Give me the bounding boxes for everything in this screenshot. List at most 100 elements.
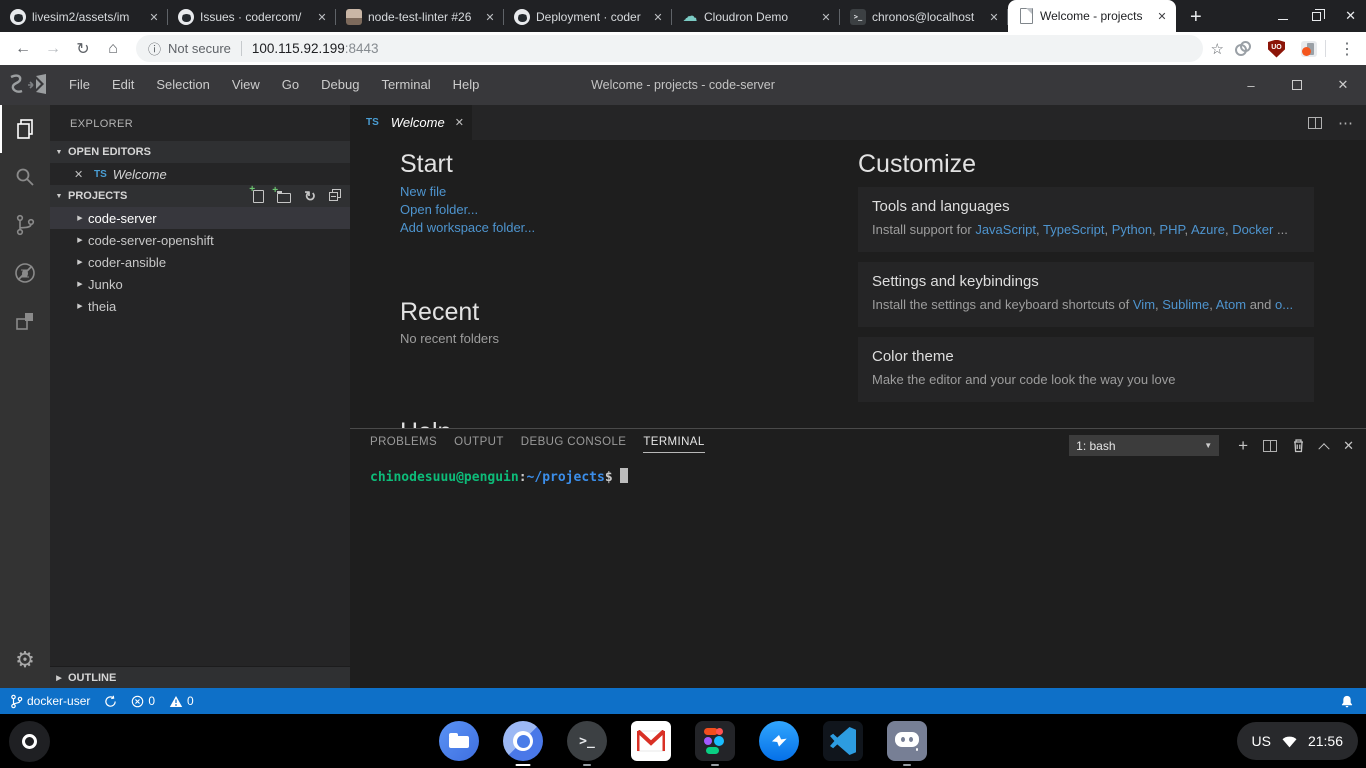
split-terminal-icon[interactable] xyxy=(1263,440,1277,452)
browser-restore-button[interactable] xyxy=(1312,12,1321,21)
inline-link[interactable]: o... xyxy=(1275,297,1293,312)
maximize-panel-icon[interactable] xyxy=(1318,443,1329,454)
terminal-select[interactable]: 1: bash ▼ xyxy=(1069,435,1219,456)
extensions-icon[interactable] xyxy=(0,297,50,345)
files-app-icon[interactable] xyxy=(439,721,479,761)
menu-edit[interactable]: Edit xyxy=(101,65,145,105)
forward-button[interactable]: → xyxy=(38,40,68,58)
new-tab-button[interactable]: + xyxy=(1190,7,1202,27)
twisty-collapsed-icon[interactable]: ▶ xyxy=(72,258,88,266)
add-workspace-folder-link[interactable]: Add workspace folder... xyxy=(400,219,535,237)
explorer-icon[interactable] xyxy=(0,105,50,153)
twisty-expanded-icon[interactable]: ▼ xyxy=(50,193,68,200)
tab-output[interactable]: OUTPUT xyxy=(454,436,504,453)
inline-link[interactable]: TypeScript xyxy=(1043,222,1104,237)
folder-item-coder-ansible[interactable]: ▶ coder-ansible xyxy=(50,251,350,273)
menu-file[interactable]: File xyxy=(58,65,101,105)
twisty-expanded-icon[interactable]: ▼ xyxy=(50,149,68,156)
browser-menu-icon[interactable]: ⋮ xyxy=(1336,39,1358,59)
twisty-collapsed-icon[interactable]: ▶ xyxy=(50,674,68,682)
browser-tab[interactable]: node-test-linter #26 ✕ xyxy=(336,2,504,32)
menu-go[interactable]: Go xyxy=(271,65,310,105)
back-button[interactable]: ← xyxy=(8,40,38,58)
source-control-icon[interactable] xyxy=(0,201,50,249)
gmail-app-icon[interactable] xyxy=(631,721,671,761)
inline-link[interactable]: Azure xyxy=(1191,222,1225,237)
page-info-icon[interactable]: ⓘ xyxy=(148,39,161,58)
new-folder-icon[interactable] xyxy=(277,193,291,203)
system-tray[interactable]: US 21:56 xyxy=(1237,722,1359,760)
bookmark-star-icon[interactable]: ☆ xyxy=(1211,40,1224,58)
ublock-extension-icon[interactable]: UO xyxy=(1268,40,1285,58)
kill-terminal-icon[interactable] xyxy=(1292,438,1305,453)
folder-item-theia[interactable]: ▶ theia xyxy=(50,295,350,317)
inline-link[interactable]: Vim xyxy=(1133,297,1155,312)
menu-terminal[interactable]: Terminal xyxy=(370,65,441,105)
vscode-maximize-button[interactable] xyxy=(1274,65,1320,105)
close-panel-icon[interactable]: ✕ xyxy=(1343,438,1354,454)
tab-close-icon[interactable]: ✕ xyxy=(650,11,666,24)
launcher-button[interactable] xyxy=(9,721,50,762)
editor-tab-close-icon[interactable]: ✕ xyxy=(455,116,464,129)
tab-close-icon[interactable]: ✕ xyxy=(314,11,330,24)
folder-item-code-server-openshift[interactable]: ▶ code-server-openshift xyxy=(50,229,350,251)
new-terminal-icon[interactable]: + xyxy=(1238,438,1248,454)
settings-gear-icon[interactable]: ⚙ xyxy=(0,640,50,680)
tab-close-icon[interactable]: ✕ xyxy=(986,11,1002,24)
twisty-collapsed-icon[interactable]: ▶ xyxy=(72,280,88,288)
warnings-item[interactable]: 0 xyxy=(169,694,194,708)
outline-header[interactable]: ▶ OUTLINE xyxy=(50,666,350,688)
color-theme-card[interactable]: Color theme Make the editor and your cod… xyxy=(858,337,1314,402)
split-editor-icon[interactable] xyxy=(1308,117,1322,129)
twisty-collapsed-icon[interactable]: ▶ xyxy=(72,214,88,222)
open-folder-link[interactable]: Open folder... xyxy=(400,201,535,219)
debug-icon[interactable] xyxy=(0,249,50,297)
menu-view[interactable]: View xyxy=(221,65,271,105)
browser-tab-active[interactable]: Welcome - projects ✕ xyxy=(1008,0,1176,32)
inline-link[interactable]: Docker xyxy=(1232,222,1273,237)
inline-link[interactable]: PHP xyxy=(1159,222,1184,237)
address-bar[interactable]: ⓘ Not secure 100.115.92.199 :8443 xyxy=(136,35,1203,62)
terminal-app-icon[interactable]: >_ xyxy=(567,721,607,761)
sync-item[interactable] xyxy=(104,695,117,708)
errors-item[interactable]: 0 xyxy=(131,694,155,708)
tab-terminal[interactable]: TERMINAL xyxy=(643,436,704,453)
browser-tab[interactable]: Deployment · coder ✕ xyxy=(504,2,672,32)
editor-tab-welcome[interactable]: TS Welcome ✕ xyxy=(350,105,472,140)
twisty-collapsed-icon[interactable]: ▶ xyxy=(72,236,88,244)
extension-door-icon[interactable] xyxy=(1301,41,1317,57)
browser-tab[interactable]: >_ chronos@localhost ✕ xyxy=(840,2,1008,32)
vscode-minimize-button[interactable]: – xyxy=(1228,65,1274,105)
tab-close-icon[interactable]: ✕ xyxy=(482,11,498,24)
menu-debug[interactable]: Debug xyxy=(310,65,370,105)
tab-close-icon[interactable]: ✕ xyxy=(146,11,162,24)
open-editor-item[interactable]: ✕ TS Welcome xyxy=(50,163,350,185)
reload-button[interactable]: ↻ xyxy=(68,39,98,59)
home-button[interactable]: ⌂ xyxy=(98,40,128,58)
tab-problems[interactable]: PROBLEMS xyxy=(370,436,437,453)
inline-link[interactable]: JavaScript xyxy=(975,222,1036,237)
tab-close-icon[interactable]: ✕ xyxy=(1154,10,1170,23)
folder-item-junko[interactable]: ▶ Junko xyxy=(50,273,350,295)
vscode-close-button[interactable]: ✕ xyxy=(1320,65,1366,105)
twisty-collapsed-icon[interactable]: ▶ xyxy=(72,302,88,310)
terminal-prompt[interactable]: chinodesuuu@penguin:~/projects$ xyxy=(370,468,628,485)
inline-link[interactable]: Sublime xyxy=(1162,297,1209,312)
inline-link[interactable]: Atom xyxy=(1216,297,1246,312)
close-editor-icon[interactable]: ✕ xyxy=(74,168,90,181)
menu-help[interactable]: Help xyxy=(442,65,491,105)
browser-tab[interactable]: ☁ Cloudron Demo ✕ xyxy=(672,2,840,32)
refresh-explorer-icon[interactable]: ↻ xyxy=(304,189,316,203)
new-file-link[interactable]: New file xyxy=(400,183,535,201)
open-editors-header[interactable]: ▼ OPEN EDITORS xyxy=(50,141,350,163)
chromium-app-icon[interactable] xyxy=(503,721,543,761)
figma-app-icon[interactable] xyxy=(695,721,735,761)
folder-item-code-server[interactable]: ▶ code-server xyxy=(50,207,350,229)
vscode-app-icon[interactable] xyxy=(823,721,863,761)
new-file-icon[interactable] xyxy=(253,190,264,203)
inline-link[interactable]: Python xyxy=(1112,222,1152,237)
extension-cogs-icon[interactable] xyxy=(1234,40,1252,58)
git-branch-item[interactable]: docker-user xyxy=(10,694,90,709)
collapse-folders-icon[interactable] xyxy=(329,192,338,201)
browser-tab[interactable]: livesim2/assets/im ✕ xyxy=(0,2,168,32)
